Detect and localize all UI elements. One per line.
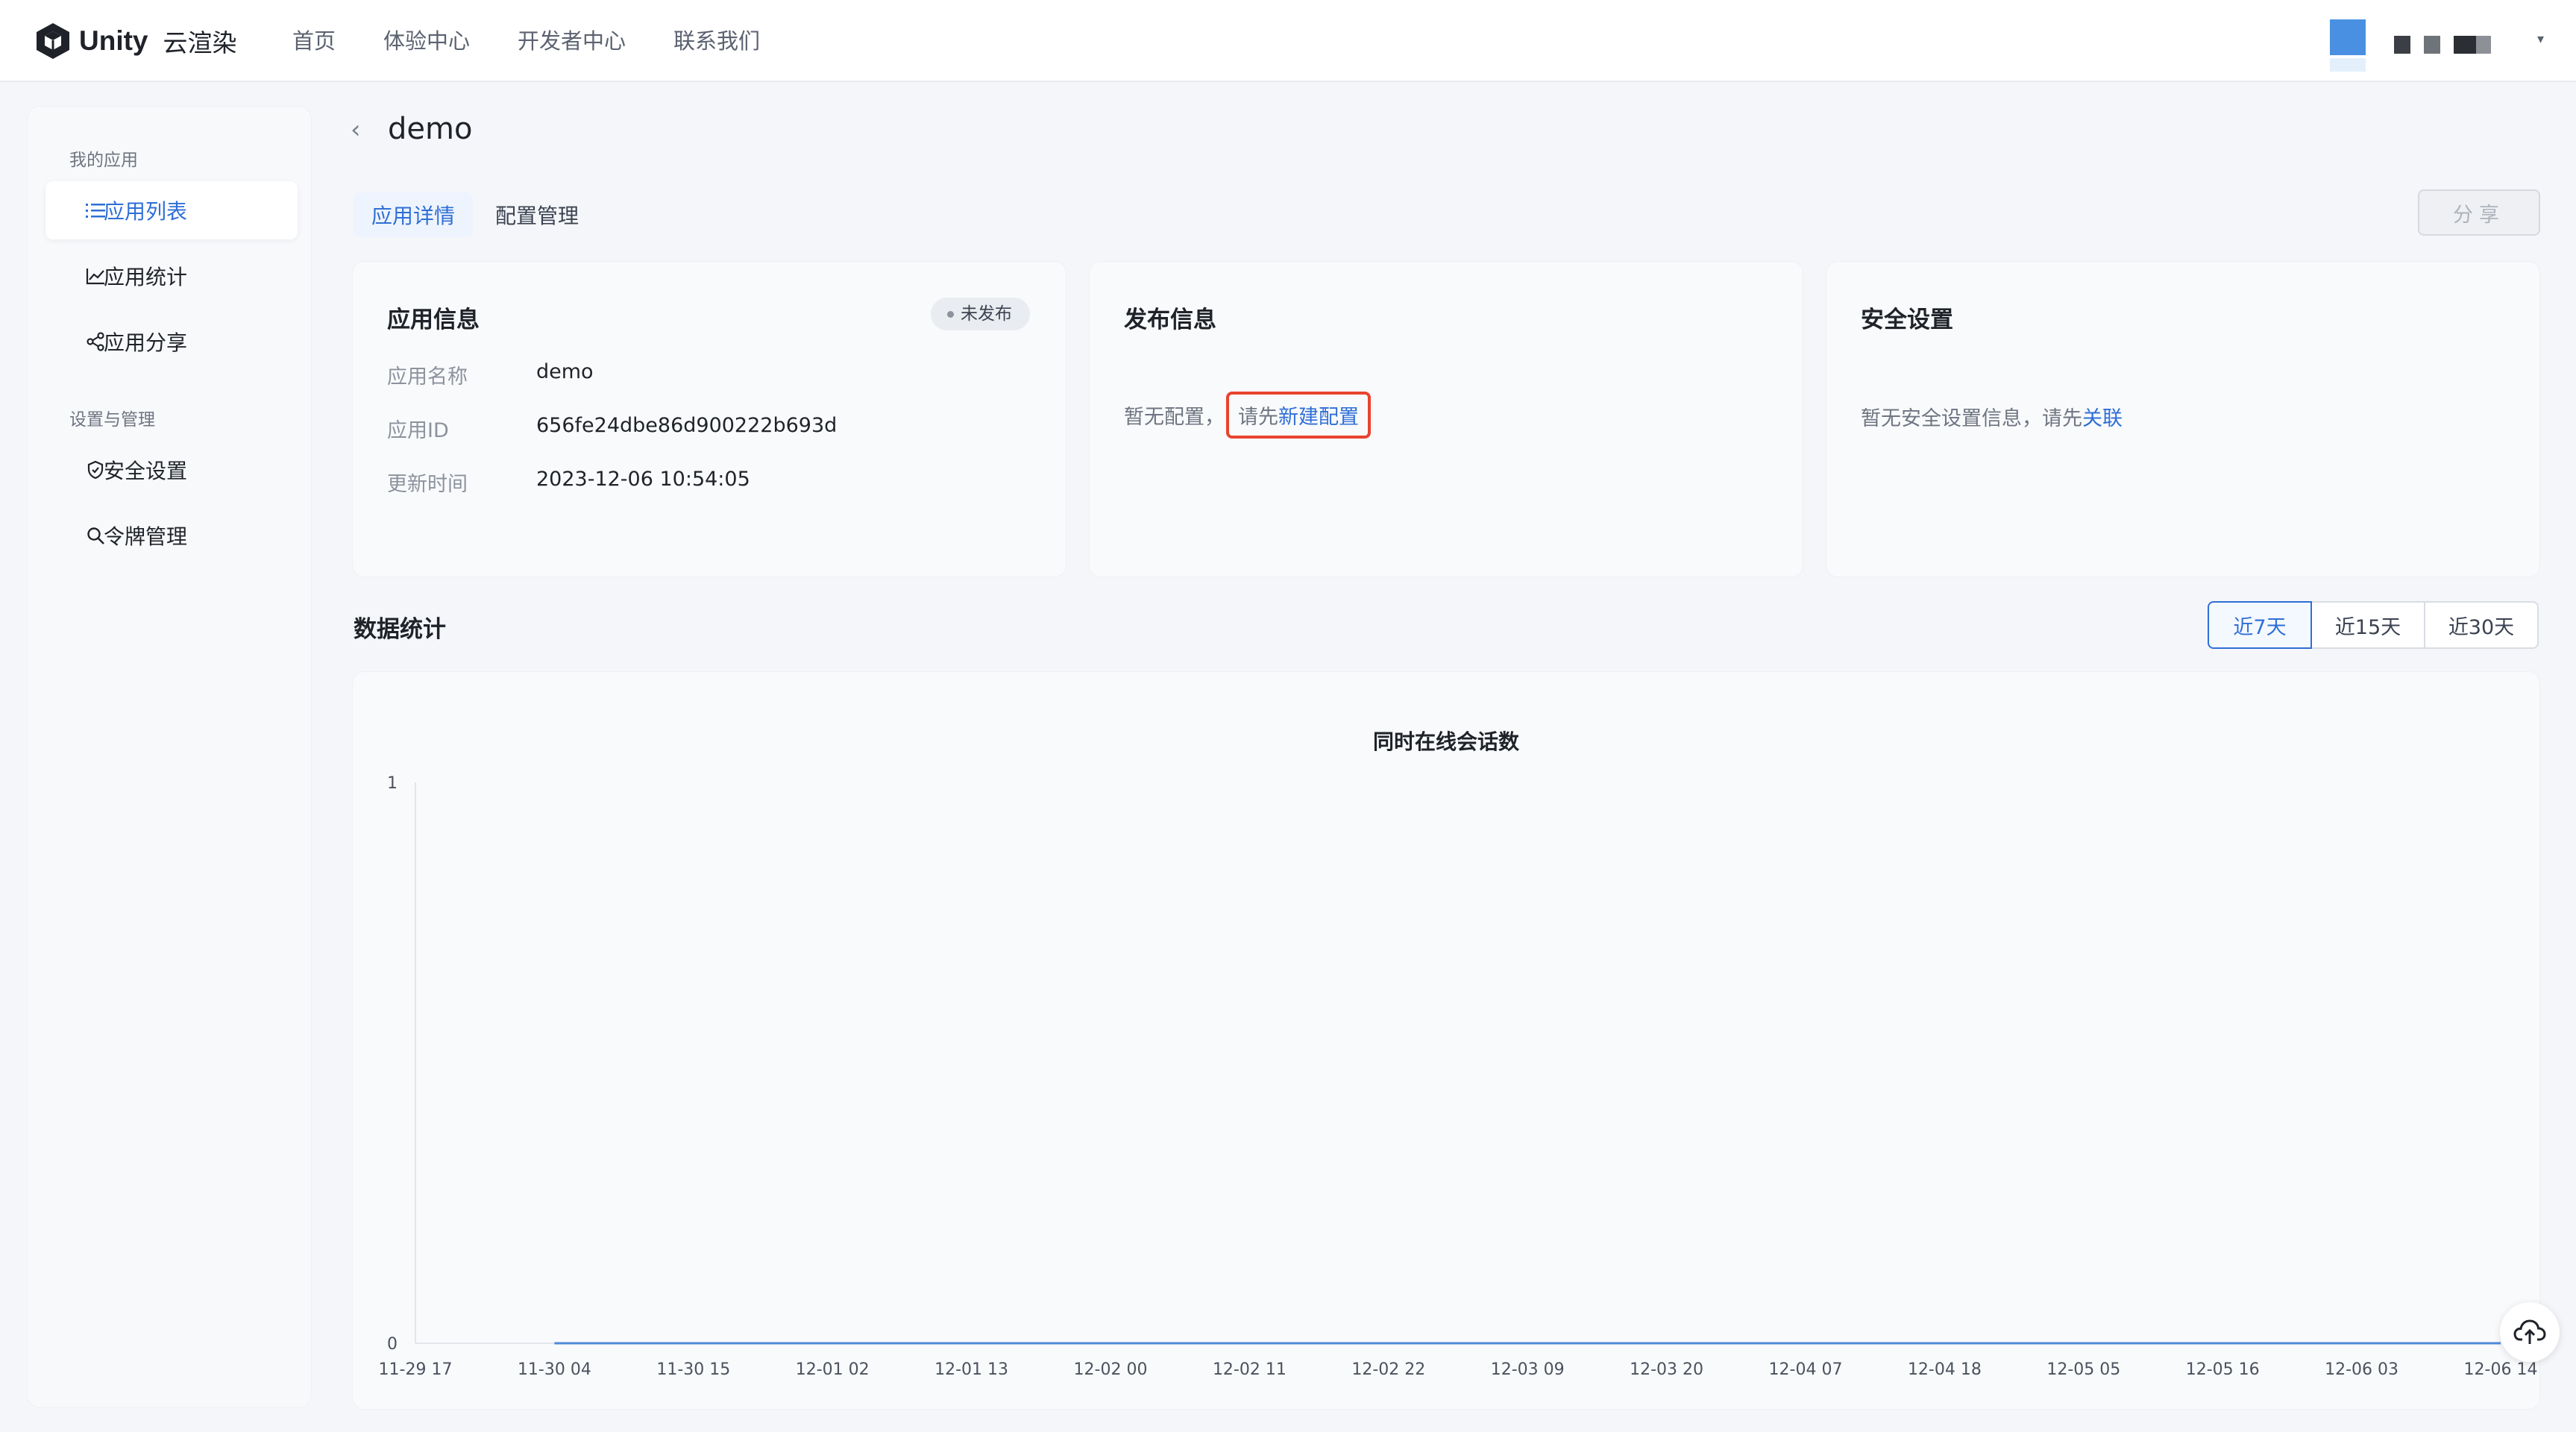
nav-item-developer[interactable]: 开发者中心 xyxy=(518,25,626,57)
nav-item-experience[interactable]: 体验中心 xyxy=(383,25,470,57)
x-tick-label: 11-29 17 xyxy=(379,1360,453,1379)
x-tick-label: 12-06 03 xyxy=(2325,1360,2398,1379)
avatar-shadow xyxy=(2330,58,2366,72)
tab-config-management[interactable]: 配置管理 xyxy=(477,192,597,237)
publish-note-mid: 请先 xyxy=(1238,406,1278,429)
security-title: 安全设置 xyxy=(1861,307,1953,333)
info-row-id: 应用ID 656fe24dbe86d900222b693d xyxy=(387,414,837,443)
app-info-title: 应用信息 xyxy=(387,307,480,333)
info-label: 更新时间 xyxy=(387,473,468,496)
upload-cloud-button[interactable] xyxy=(2500,1302,2560,1362)
sidebar-item-security[interactable]: 安全设置 xyxy=(45,441,298,499)
x-tick-label: 12-05 05 xyxy=(2046,1360,2120,1379)
sessions-line-chart: 0 1 11-29 17 11-30 04 11-30 15 12-01 02 12-01 … xyxy=(379,774,2538,1379)
x-tick-label: 12-04 07 xyxy=(1769,1360,1843,1379)
info-label: 应用名称 xyxy=(387,365,468,389)
sidebar-group-settings: 设置与管理 xyxy=(69,410,155,430)
search-icon xyxy=(86,526,105,545)
publish-info-card: 发布信息 暂无配置， 请先 新建配置 xyxy=(1089,261,1803,577)
nav-item-home[interactable]: 首页 xyxy=(292,25,336,57)
chart-card: 同时在线会话数 0 1 11-29 17 11-30 04 11-30 15 12-01 … xyxy=(352,671,2540,1410)
sidebar-item-label: 应用统计 xyxy=(104,265,188,289)
sidebar-item-app-share[interactable]: 应用分享 xyxy=(45,313,298,371)
security-card: 安全设置 暂无安全设置信息，请先 关联 xyxy=(1826,261,2540,577)
x-tick-label: 12-03 09 xyxy=(1491,1360,1565,1379)
user-name-redacted xyxy=(2394,36,2491,54)
x-tick-label: 12-02 11 xyxy=(1213,1360,1287,1379)
sidebar-item-label: 令牌管理 xyxy=(104,524,188,549)
shield-icon xyxy=(86,460,105,480)
chevron-down-icon[interactable]: ▾ xyxy=(2537,31,2544,47)
y-tick-label: 0 xyxy=(387,1335,398,1354)
tab-app-details[interactable]: 应用详情 xyxy=(354,192,474,237)
tab-bar: 应用详情 配置管理 xyxy=(354,192,601,237)
x-tick-label: 12-05 16 xyxy=(2186,1360,2260,1379)
share-icon xyxy=(86,332,105,351)
publish-note-prefix: 暂无配置， xyxy=(1124,406,1225,429)
page-title: demo xyxy=(388,112,473,146)
x-tick-label: 12-04 18 xyxy=(1908,1360,1982,1379)
nav-item-contact[interactable]: 联系我们 xyxy=(673,25,760,57)
sidebar-item-app-stats[interactable]: 应用统计 xyxy=(45,247,298,305)
x-tick-label: 11-30 15 xyxy=(656,1360,730,1379)
x-tick-label: 12-03 20 xyxy=(1630,1360,1703,1379)
share-button[interactable]: 分享 xyxy=(2418,189,2540,236)
line-chart-icon xyxy=(86,266,105,286)
stats-section-title: 数据统计 xyxy=(354,616,446,643)
security-note-text: 暂无安全设置信息，请先 xyxy=(1861,407,2082,430)
info-label: 应用ID xyxy=(387,419,449,442)
x-tick-label: 11-30 04 xyxy=(518,1360,591,1379)
brand-name: Unity xyxy=(79,25,148,56)
publish-info-title: 发布信息 xyxy=(1124,307,1216,333)
sidebar-item-token[interactable]: 令牌管理 xyxy=(45,506,298,565)
info-value: 2023-12-06 10:54:05 xyxy=(536,468,750,491)
app-info-card: 应用信息 未发布 应用名称 demo 应用ID 656fe24dbe86d900… xyxy=(352,261,1066,577)
unity-logo-icon xyxy=(37,23,69,59)
x-tick-label: 12-01 13 xyxy=(934,1360,1008,1379)
info-value: demo xyxy=(536,360,594,383)
status-dot-icon xyxy=(947,311,954,318)
associate-link[interactable]: 关联 xyxy=(2082,402,2123,431)
main-nav: 首页 体验中心 开发者中心 联系我们 xyxy=(292,25,808,57)
top-navbar: Unity 云渲染 首页 体验中心 开发者中心 联系我们 ▾ xyxy=(0,0,2576,82)
time-range-selector: 近7天 近15天 近30天 xyxy=(2208,601,2539,649)
status-badge: 未发布 xyxy=(931,298,1030,330)
info-value: 656fe24dbe86d900222b693d xyxy=(536,414,838,437)
sidebar-item-label: 应用分享 xyxy=(104,330,188,355)
user-menu[interactable]: ▾ xyxy=(2308,0,2576,82)
info-row-name: 应用名称 demo xyxy=(387,360,594,389)
cloud-upload-icon xyxy=(2513,1319,2546,1344)
y-tick-label: 1 xyxy=(387,774,398,793)
range-15-days-button[interactable]: 近15天 xyxy=(2310,601,2425,649)
highlight-box: 请先 新建配置 xyxy=(1226,392,1371,439)
x-tick-label: 12-01 02 xyxy=(796,1360,870,1379)
list-icon xyxy=(86,201,105,220)
publish-empty-note: 暂无配置， 请先 新建配置 xyxy=(1124,392,1371,439)
info-row-updated: 更新时间 2023-12-06 10:54:05 xyxy=(387,468,750,497)
new-config-link[interactable]: 新建配置 xyxy=(1278,401,1359,430)
x-tick-label: 12-06 14 xyxy=(2464,1360,2538,1379)
sidebar-group-my-apps: 我的应用 xyxy=(69,151,138,170)
x-tick-label: 12-02 00 xyxy=(1074,1360,1148,1379)
status-badge-label: 未发布 xyxy=(961,304,1012,324)
sidebar-item-label: 应用列表 xyxy=(104,199,188,224)
avatar[interactable] xyxy=(2330,19,2366,55)
security-empty-note: 暂无安全设置信息，请先 关联 xyxy=(1861,402,2123,431)
back-chevron-icon[interactable]: ‹ xyxy=(351,115,361,145)
range-30-days-button[interactable]: 近30天 xyxy=(2424,601,2539,649)
brand-product-name: 云渲染 xyxy=(163,28,237,57)
x-tick-label: 12-02 22 xyxy=(1351,1360,1425,1379)
range-7-days-button[interactable]: 近7天 xyxy=(2208,601,2312,649)
sidebar-item-app-list[interactable]: 应用列表 xyxy=(45,181,298,239)
sidebar-item-label: 安全设置 xyxy=(104,459,188,483)
brand-logo[interactable]: Unity 云渲染 xyxy=(33,19,237,63)
sidebar: 我的应用 应用列表 应用统计 应用分享 设置与管理 安全设置 令牌管理 xyxy=(27,106,312,1408)
